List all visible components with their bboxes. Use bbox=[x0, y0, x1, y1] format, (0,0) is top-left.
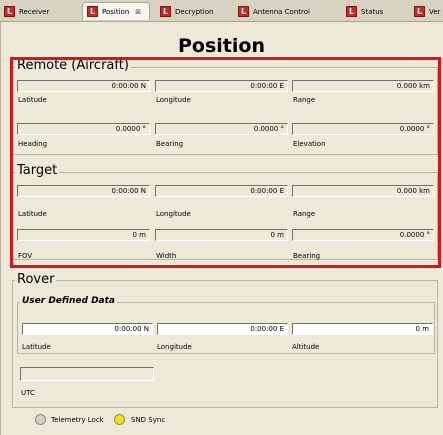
tab-receiver[interactable]: L Receiver bbox=[4, 3, 49, 20]
telemetry-lock-indicator bbox=[35, 414, 46, 425]
plugin-icon: L bbox=[346, 6, 357, 17]
tab-ver[interactable]: L Ver bbox=[414, 3, 440, 20]
tab-label: Position bbox=[102, 7, 130, 16]
tab-label: Decryption bbox=[175, 7, 214, 16]
telemetry-lock-label: Telemetry Lock bbox=[51, 416, 104, 424]
page-title: Position bbox=[178, 35, 265, 57]
rover-altitude-input[interactable]: 0 m bbox=[292, 323, 433, 335]
rover-latitude-label: Latitude bbox=[22, 343, 51, 351]
plugin-icon: L bbox=[87, 6, 98, 17]
tab-status[interactable]: L Status bbox=[346, 3, 383, 20]
tab-label: Receiver bbox=[19, 7, 50, 16]
rover-longitude-label: Longitude bbox=[157, 343, 192, 351]
snd-sync-indicator bbox=[114, 414, 125, 425]
tab-antenna-control[interactable]: L Antenna Control bbox=[238, 3, 310, 20]
plugin-icon: L bbox=[4, 6, 15, 17]
rover-legend: Rover bbox=[15, 272, 57, 287]
rover-latitude-input[interactable]: 0:00:00 N bbox=[22, 323, 153, 335]
plugin-icon: L bbox=[160, 6, 171, 17]
tab-position[interactable]: L Position ⊠ bbox=[82, 2, 150, 20]
rover-longitude-input[interactable]: 0:00:00 E bbox=[157, 323, 288, 335]
snd-sync-label: SND Sync bbox=[131, 416, 166, 424]
highlight-box bbox=[10, 57, 441, 268]
user-defined-legend: User Defined Data bbox=[20, 296, 118, 306]
tab-decryption[interactable]: L Decryption bbox=[160, 3, 213, 20]
plugin-icon: L bbox=[238, 6, 249, 17]
utc-label: UTC bbox=[21, 389, 35, 397]
tab-label: Antenna Control bbox=[253, 7, 310, 16]
rover-altitude-label: Altitude bbox=[292, 343, 320, 351]
close-icon[interactable]: ⊠ bbox=[135, 8, 141, 16]
tab-label: Ver bbox=[429, 7, 441, 16]
plugin-icon: L bbox=[414, 6, 425, 17]
tab-label: Status bbox=[361, 7, 384, 16]
utc-field[interactable] bbox=[20, 367, 154, 381]
